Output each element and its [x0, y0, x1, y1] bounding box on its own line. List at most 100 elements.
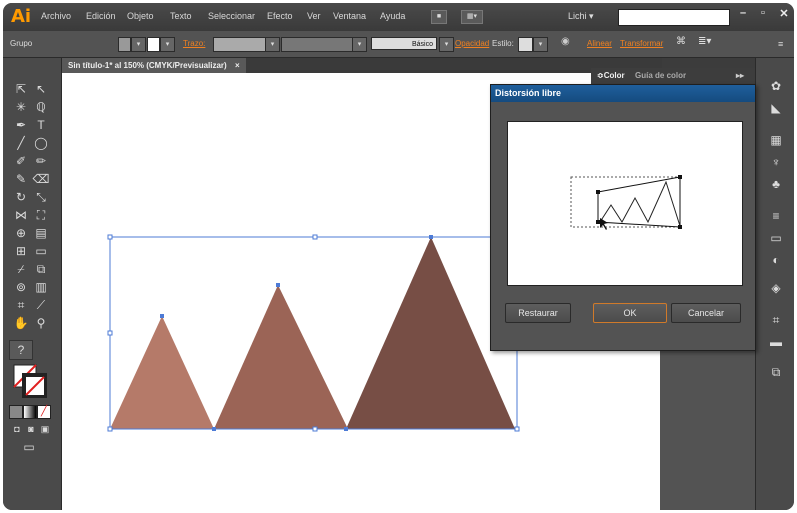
- pen-tool-icon[interactable]: ✒: [11, 117, 31, 133]
- stroke-dropdown-icon[interactable]: ▾: [160, 37, 175, 52]
- scale-tool-icon[interactable]: ⤡: [31, 189, 51, 205]
- rotate-tool-icon[interactable]: ↻: [11, 189, 31, 205]
- ok-button[interactable]: OK: [593, 303, 667, 323]
- align-panel-icon[interactable]: ⌗: [766, 312, 786, 328]
- artboard-tool-icon[interactable]: ⌗: [11, 297, 31, 313]
- blend-tool-icon[interactable]: ⧉: [31, 261, 51, 277]
- menu-efecto[interactable]: Efecto: [267, 11, 293, 21]
- bridge-icon[interactable]: ■: [431, 10, 447, 24]
- stroke-weight-field[interactable]: [213, 37, 267, 52]
- style-label: Estilo:: [492, 39, 514, 48]
- slice-tool-icon[interactable]: ⟋: [31, 297, 51, 313]
- cancel-button[interactable]: Cancelar: [671, 303, 741, 323]
- variable-width-dropdown-icon[interactable]: ▾: [352, 37, 367, 52]
- draw-inside-icon[interactable]: ▣: [39, 421, 51, 434]
- type-tool-icon[interactable]: T: [31, 117, 51, 133]
- mesh-tool-icon[interactable]: ⊞: [11, 243, 31, 259]
- symbols-icon[interactable]: ♣: [766, 176, 786, 192]
- maximize-icon[interactable]: ▫: [753, 7, 773, 21]
- menu-objeto[interactable]: Objeto: [127, 11, 154, 21]
- pathfinder-icon[interactable]: ▬: [766, 334, 786, 350]
- pencil-tool-icon[interactable]: ✏: [31, 153, 51, 169]
- brush-definition-field[interactable]: Básico: [371, 37, 437, 50]
- workspace-arrange-icon[interactable]: ▦▾: [461, 10, 483, 24]
- workspace-switcher[interactable]: Lichi ▾: [568, 11, 594, 22]
- search-input[interactable]: [618, 9, 730, 26]
- selection-tool-icon[interactable]: ⇱: [11, 81, 31, 97]
- tab-color[interactable]: ≎Color: [597, 71, 625, 80]
- menu-ver[interactable]: Ver: [307, 11, 321, 21]
- fill-stroke-widget[interactable]: [13, 364, 48, 399]
- line-tool-icon[interactable]: ╱: [11, 135, 31, 151]
- eraser-tool-icon[interactable]: ⌫: [31, 171, 51, 187]
- help-icon[interactable]: ?: [9, 340, 33, 360]
- gradient-panel-icon[interactable]: ▭: [766, 230, 786, 246]
- blob-brush-icon[interactable]: ✎: [11, 171, 31, 187]
- none-mode-icon[interactable]: ╱: [37, 405, 51, 419]
- width-tool-icon[interactable]: ⋈: [11, 207, 31, 223]
- ellipse-tool-icon[interactable]: ◯: [31, 135, 51, 151]
- hand-tool-icon[interactable]: ✋: [11, 315, 31, 331]
- shape-builder-icon[interactable]: ⊕: [11, 225, 31, 241]
- minimize-icon[interactable]: –: [733, 7, 753, 21]
- layers-icon[interactable]: ◈: [766, 280, 786, 296]
- lasso-icon[interactable]: ℚ: [31, 99, 51, 115]
- distort-preview-art: [570, 175, 682, 230]
- brushes-icon[interactable]: ♆: [766, 154, 786, 170]
- graph-tool-icon[interactable]: ▥: [31, 279, 51, 295]
- style-dropdown-icon[interactable]: ▾: [533, 37, 548, 52]
- tab-color-guide[interactable]: Guía de color: [635, 71, 686, 80]
- menu-seleccionar[interactable]: Seleccionar: [208, 11, 255, 21]
- menu-edicion[interactable]: Edición: [86, 11, 116, 21]
- symbol-sprayer-icon[interactable]: ⊚: [11, 279, 31, 295]
- transform-link[interactable]: Transformar: [620, 39, 663, 48]
- menu-texto[interactable]: Texto: [170, 11, 192, 21]
- stroke-weight-dropdown-icon[interactable]: ▾: [265, 37, 280, 52]
- gradient-mode-icon[interactable]: [23, 405, 37, 419]
- appearance-icon[interactable]: ✿: [766, 78, 786, 94]
- brush-dropdown-icon[interactable]: ▾: [439, 37, 454, 52]
- style-swatch[interactable]: [518, 37, 533, 52]
- menu-ayuda[interactable]: Ayuda: [380, 11, 405, 21]
- graphic-styles-icon[interactable]: ◣: [766, 100, 786, 116]
- distort-preview[interactable]: [507, 121, 743, 286]
- opacity-link[interactable]: Opacidad: [455, 39, 489, 48]
- recolor-icon[interactable]: ◉: [561, 36, 570, 47]
- control-menu-icon[interactable]: ≡: [778, 39, 783, 49]
- stroke-panel-icon[interactable]: ≡: [766, 208, 786, 224]
- panel-collapse-icon[interactable]: ▸▸: [736, 71, 744, 80]
- brush-tool-icon[interactable]: ✐: [11, 153, 31, 169]
- triangle-medium[interactable]: [214, 285, 348, 429]
- panel-dock: ✿ ◣ ▦ ♆ ♣ ≡ ▭ ◐ ◈ ⌗ ▬ ⧉: [755, 58, 794, 510]
- screen-mode-icon[interactable]: ▭: [19, 439, 39, 455]
- triangle-small[interactable]: [110, 316, 214, 429]
- variable-width-field[interactable]: [281, 37, 353, 52]
- color-mode-icon[interactable]: [9, 405, 23, 419]
- close-icon[interactable]: ✕: [774, 7, 794, 21]
- transparency-icon[interactable]: ◐: [766, 252, 786, 268]
- perspective-grid-icon[interactable]: ▤: [31, 225, 51, 241]
- zoom-tool-icon[interactable]: ⚲: [31, 315, 51, 331]
- swatches-icon[interactable]: ▦: [766, 132, 786, 148]
- stroke-link[interactable]: Trazo:: [183, 39, 205, 48]
- stroke-swatch[interactable]: [147, 37, 160, 52]
- menu-archivo[interactable]: Archivo: [41, 11, 71, 21]
- align-link[interactable]: Alinear: [587, 39, 612, 48]
- fill-swatch[interactable]: [118, 37, 131, 52]
- isolate-icon[interactable]: ⌘: [676, 36, 686, 47]
- reset-button[interactable]: Restaurar: [505, 303, 571, 323]
- eyedropper-icon[interactable]: ⌿: [11, 261, 31, 277]
- menu-ventana[interactable]: Ventana: [333, 11, 366, 21]
- gradient-tool-icon[interactable]: ▭: [31, 243, 51, 259]
- direct-selection-tool-icon[interactable]: ↖: [31, 81, 51, 97]
- corner-handles[interactable]: [596, 175, 682, 229]
- options-icon[interactable]: ≣▾: [698, 36, 711, 47]
- free-transform-icon[interactable]: ⛶: [31, 207, 51, 223]
- artboards-icon[interactable]: ⧉: [766, 364, 786, 380]
- draw-behind-icon[interactable]: ◙: [25, 421, 37, 434]
- magic-wand-icon[interactable]: ✳: [11, 99, 31, 115]
- document-tab[interactable]: Sin título-1* al 150% (CMYK/Previsualiza…: [62, 58, 246, 73]
- draw-normal-icon[interactable]: ◘: [11, 421, 23, 434]
- tab-close-icon[interactable]: ×: [235, 61, 240, 70]
- fill-dropdown-icon[interactable]: ▾: [131, 37, 146, 52]
